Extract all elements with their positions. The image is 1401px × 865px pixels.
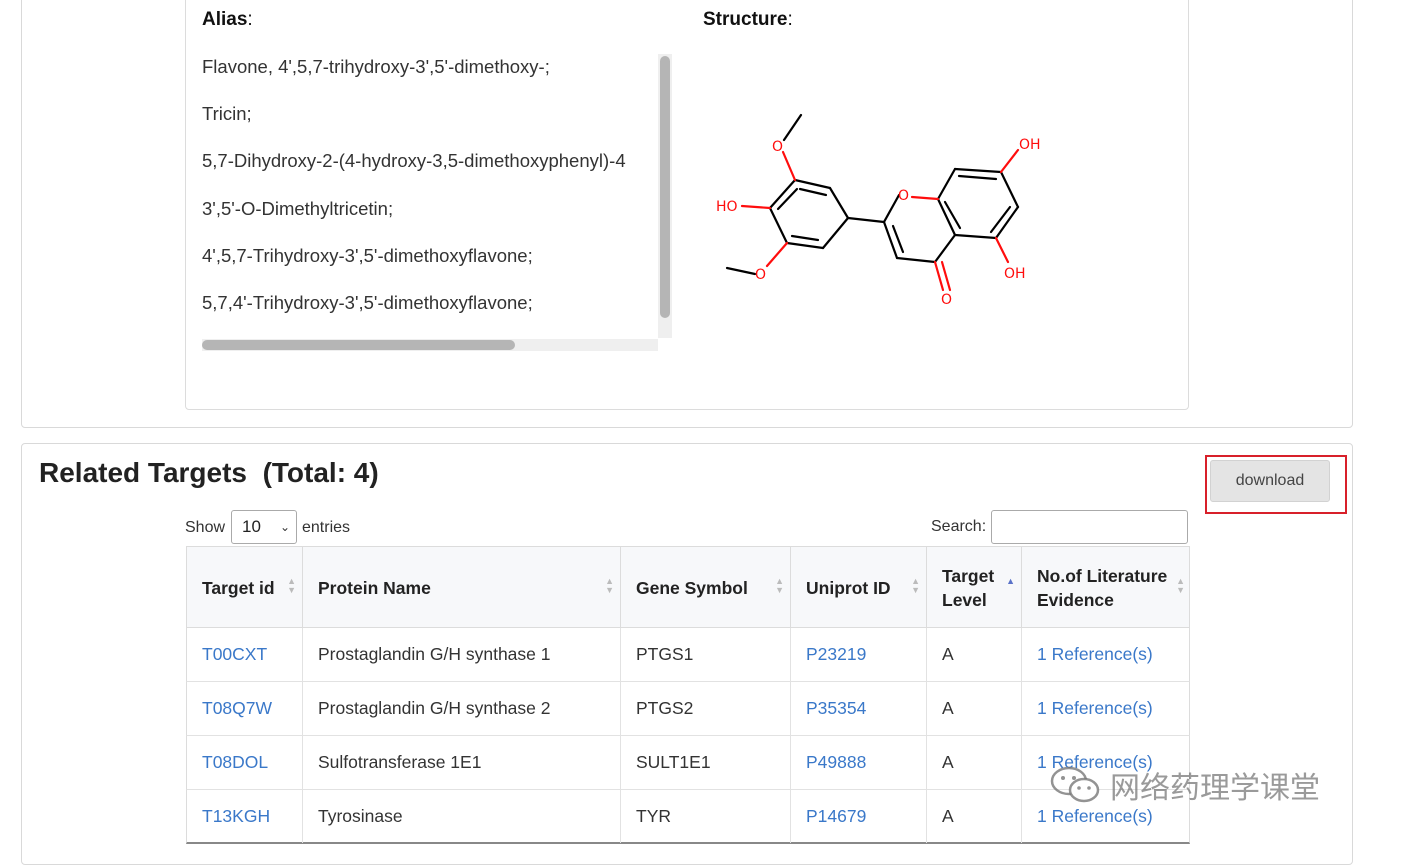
page-length-value: 10 <box>242 517 261 536</box>
target-id-link[interactable]: T08Q7W <box>187 682 303 735</box>
atom-label-oh: OH <box>1019 137 1041 153</box>
show-label: Show <box>185 519 226 536</box>
atom-label-o: O <box>941 292 952 308</box>
protein-name-cell: Tyrosinase <box>303 790 621 843</box>
alias-item: Flavone, 4',5,7-trihydroxy-3',5'-dimetho… <box>202 56 550 77</box>
total-count: (Total: 4) <box>262 457 379 488</box>
alias-item: 5,7-Dihydroxy-2-(4-hydroxy-3,5-dimethoxy… <box>202 150 626 171</box>
wechat-icon <box>1050 766 1100 803</box>
download-button[interactable]: download <box>1210 460 1330 502</box>
atom-label-oh: OH <box>1004 266 1026 282</box>
table-row: T08Q7W Prostaglandin G/H synthase 2 PTGS… <box>186 682 1190 736</box>
alias-vertical-scroll-thumb[interactable] <box>660 56 670 318</box>
table-row: T08DOL Sulfotransferase 1E1 SULT1E1 P498… <box>186 736 1190 790</box>
alias-horizontal-scroll-thumb[interactable] <box>202 340 515 350</box>
uniprot-id-link[interactable]: P23219 <box>791 628 927 681</box>
atom-label-o: O <box>755 267 766 283</box>
target-level-cell: A <box>927 628 1022 681</box>
reference-link[interactable]: 1 Reference(s) <box>1022 628 1189 681</box>
column-header-gene-symbol[interactable]: Gene Symbol ▲ ▼ <box>621 547 791 629</box>
alias-item: Tricin; <box>202 103 252 124</box>
structure-heading: Structure: <box>703 9 793 30</box>
watermark: 网络药理学课堂 <box>1048 760 1320 810</box>
table-header: Target id ▲ ▼ Protein Name ▲ ▼ Gene Symbol… <box>186 546 1191 629</box>
target-id-link[interactable]: T13KGH <box>187 790 303 843</box>
search-label: Search: <box>931 518 987 535</box>
uniprot-id-link[interactable]: P35354 <box>791 682 927 735</box>
atom-label-ho: HO <box>716 199 738 215</box>
alias-item: 5,7,4'-Trihydroxy-3',5'-dimethoxyflavone… <box>202 292 533 313</box>
target-id-link[interactable]: T00CXT <box>187 628 303 681</box>
protein-name-cell: Prostaglandin G/H synthase 2 <box>303 682 621 735</box>
sort-icon: ▲ ▼ <box>911 576 920 595</box>
chevron-down-icon: ⌄ <box>279 520 290 534</box>
column-header-protein-name[interactable]: Protein Name ▲ ▼ <box>303 547 621 629</box>
alias-heading: Alias: <box>202 9 253 30</box>
chemical-structure-diagram: O O O O OH OH HO <box>716 113 1041 308</box>
target-level-cell: A <box>927 682 1022 735</box>
gene-symbol-cell: PTGS1 <box>621 628 791 681</box>
atom-label-o: O <box>898 188 909 204</box>
sort-icon: ▲ ▼ <box>287 576 296 595</box>
column-header-target-level[interactable]: Target Level ▲ <box>927 547 1022 629</box>
sort-icon: ▲ ▼ <box>1176 576 1185 595</box>
target-id-link[interactable]: T08DOL <box>187 736 303 789</box>
entries-label: entries <box>302 519 351 536</box>
target-level-cell: A <box>927 736 1022 789</box>
table-row: T13KGH Tyrosinase TYR P14679 A 1 Referen… <box>186 790 1190 844</box>
protein-name-cell: Prostaglandin G/H synthase 1 <box>303 628 621 681</box>
alias-item: 3',5'-O-Dimethyltricetin; <box>202 198 394 219</box>
column-header-literature-evidence[interactable]: No.of Literature Evidence ▲ ▼ <box>1022 547 1191 629</box>
search-input[interactable] <box>991 510 1188 544</box>
table-row: T00CXT Prostaglandin G/H synthase 1 PTGS… <box>186 628 1190 682</box>
alias-list[interactable]: Flavone, 4',5,7-trihydroxy-3',5'-dimetho… <box>202 50 672 354</box>
sort-ascending-icon: ▲ <box>1006 576 1015 586</box>
reference-link[interactable]: 1 Reference(s) <box>1022 682 1189 735</box>
gene-symbol-cell: SULT1E1 <box>621 736 791 789</box>
column-header-target-id[interactable]: Target id ▲ ▼ <box>187 547 303 629</box>
uniprot-id-link[interactable]: P14679 <box>791 790 927 843</box>
sort-icon: ▲ ▼ <box>775 576 784 595</box>
atom-label-o: O <box>772 139 783 155</box>
watermark-text: 网络药理学课堂 <box>1110 771 1320 806</box>
gene-symbol-cell: TYR <box>621 790 791 843</box>
sort-icon: ▲ ▼ <box>605 576 614 595</box>
page-length-select[interactable]: 10 ⌄ <box>231 510 297 544</box>
column-header-uniprot-id[interactable]: Uniprot ID ▲ ▼ <box>791 547 927 629</box>
uniprot-id-link[interactable]: P49888 <box>791 736 927 789</box>
alias-item: 4',5,7-Trihydroxy-3',5'-dimethoxyflavone… <box>202 245 533 266</box>
gene-symbol-cell: PTGS2 <box>621 682 791 735</box>
section-title: Related Targets (Total: 4) <box>39 457 379 488</box>
target-level-cell: A <box>927 790 1022 843</box>
protein-name-cell: Sulfotransferase 1E1 <box>303 736 621 789</box>
